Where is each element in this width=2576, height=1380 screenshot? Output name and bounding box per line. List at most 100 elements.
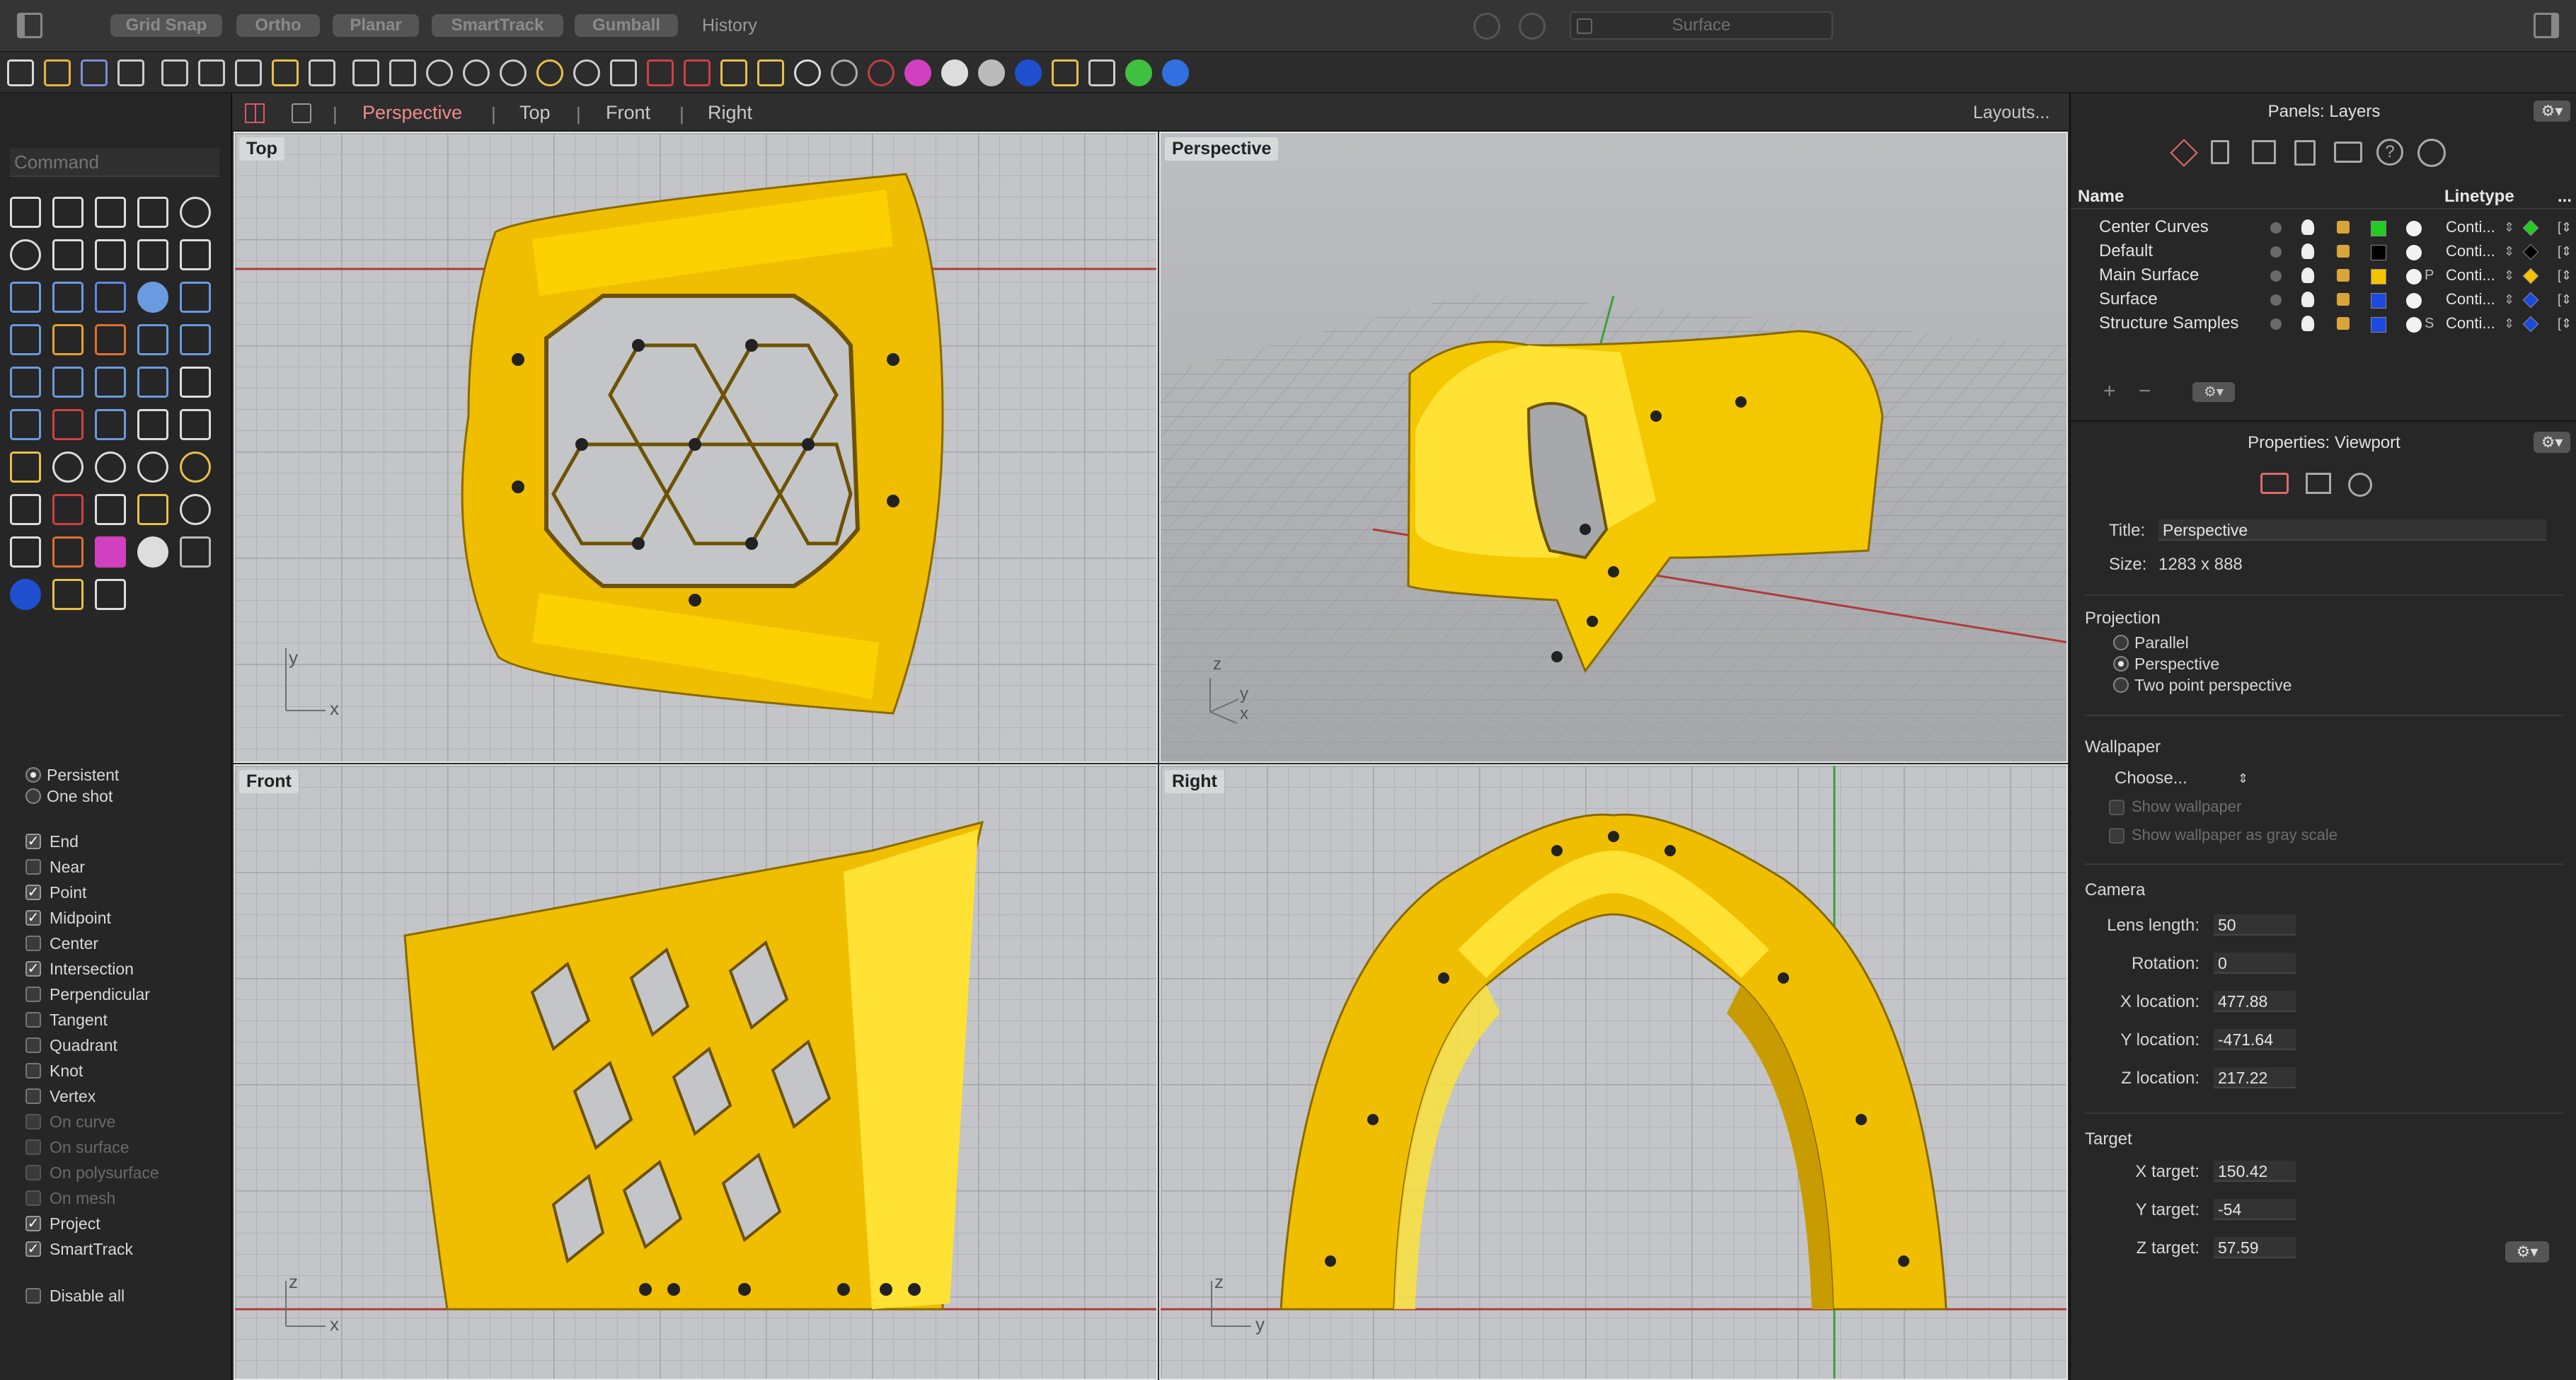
light-off-icon[interactable]	[831, 59, 858, 86]
layer-color-swatch[interactable]	[2371, 293, 2386, 309]
layer-linetype[interactable]: Conti...	[2446, 239, 2495, 263]
osnap-checkbox-vertex[interactable]	[25, 1088, 41, 1104]
rotate-icon[interactable]	[95, 367, 126, 398]
rotate-tool-icon[interactable]	[10, 494, 41, 525]
viewport-top[interactable]: y x Top	[234, 132, 1158, 763]
layer-row[interactable]: Main Surface P Conti... ⇕ [⇕	[2071, 263, 2576, 287]
osnap-checkbox-point[interactable]: ✓	[25, 885, 41, 900]
pan-icon[interactable]	[352, 59, 379, 86]
help-tab-icon[interactable]: ?	[2376, 139, 2403, 166]
visibility-bulb-icon[interactable]	[2301, 292, 2314, 307]
planar-button[interactable]: Planar	[333, 14, 419, 37]
arc-icon[interactable]	[137, 239, 168, 270]
material-icon[interactable]	[2406, 245, 2422, 260]
osnap-checkbox-center[interactable]	[25, 936, 41, 951]
sphere-tool-icon[interactable]	[137, 536, 168, 568]
green-globe-icon[interactable]	[1125, 59, 1152, 86]
paste-icon[interactable]	[272, 59, 299, 86]
properties-gear-button[interactable]: ⚙▾	[2534, 432, 2570, 453]
osnap-mode-radio[interactable]	[25, 767, 41, 783]
layer-options-button[interactable]: ⚙▾	[2192, 382, 2235, 402]
tab-top[interactable]: Top	[519, 100, 551, 125]
bomb-icon[interactable]	[868, 59, 895, 86]
camera-field[interactable]: 477.88	[2214, 991, 2296, 1012]
point-icon[interactable]	[52, 197, 84, 228]
check-icon[interactable]	[137, 409, 168, 440]
blue-sphere-tool-icon[interactable]	[10, 579, 41, 610]
layer-linetype[interactable]: Conti...	[2446, 263, 2495, 287]
target-field[interactable]: -54	[2214, 1199, 2296, 1220]
display-tab-icon[interactable]	[2334, 142, 2362, 163]
projection-radio[interactable]	[2113, 677, 2129, 693]
transform-icon[interactable]	[10, 282, 41, 313]
print-color-icon[interactable]	[2522, 316, 2539, 333]
pencil-flag-icon[interactable]	[1052, 59, 1079, 86]
material-icon[interactable]	[2406, 269, 2422, 284]
boolean-icon[interactable]	[10, 367, 41, 398]
lock-icon[interactable]	[2337, 269, 2350, 282]
solid-box-icon[interactable]	[52, 282, 84, 313]
polygon-icon[interactable]	[52, 239, 84, 270]
toggle-left-sidebar-icon[interactable]	[17, 13, 42, 38]
remove-layer-button[interactable]: −	[2139, 379, 2151, 403]
named-views-tab-icon[interactable]	[2348, 473, 2372, 497]
viewport-right[interactable]: z y Right	[1159, 764, 2068, 1380]
viewport-perspective[interactable]: z y x Perspective	[1159, 132, 2068, 763]
osnap-checkbox-end[interactable]: ✓	[25, 834, 41, 849]
layers-col-linetype[interactable]: Linetype	[2444, 184, 2514, 209]
render-sphere-icon[interactable]	[978, 59, 1005, 86]
target-field[interactable]: 57.59	[2214, 1237, 2296, 1258]
car-render-icon[interactable]	[647, 59, 674, 86]
sphere-solid-icon[interactable]	[137, 282, 168, 313]
viewport-title-field[interactable]: Perspective	[2158, 519, 2546, 541]
viewport-title[interactable]: Right	[1165, 770, 1224, 793]
layers-col-name[interactable]: Name	[2078, 184, 2124, 209]
light-icon[interactable]	[794, 59, 821, 86]
zoom-selected-icon[interactable]	[536, 59, 563, 86]
layers-gear-button[interactable]: ⚙▾	[2534, 100, 2570, 122]
layer-linetype[interactable]: Conti...	[2446, 287, 2495, 311]
lock-icon[interactable]	[2337, 221, 2350, 234]
command-input[interactable]	[10, 149, 219, 177]
zoom-extents-tool-icon[interactable]	[137, 452, 168, 483]
pipe-icon[interactable]	[95, 409, 126, 440]
viewport-title[interactable]: Top	[239, 137, 284, 161]
search-tool-icon[interactable]	[180, 452, 211, 483]
help-icon[interactable]	[1162, 59, 1189, 86]
visibility-bulb-icon[interactable]	[2301, 316, 2314, 331]
osnap-checkbox-intersection[interactable]: ✓	[25, 961, 41, 977]
shaded-car-icon[interactable]	[684, 59, 711, 86]
layer-color-swatch[interactable]	[2371, 221, 2386, 236]
layer-linetype[interactable]: Conti...	[2446, 215, 2495, 239]
rotate-view-icon[interactable]	[389, 59, 416, 86]
print-width-icon[interactable]: [⇕	[2558, 287, 2572, 311]
curve-icon[interactable]	[137, 197, 168, 228]
single-view-icon[interactable]	[292, 103, 311, 123]
print-width-icon[interactable]: [⇕	[2558, 311, 2572, 335]
camera-field[interactable]: 50	[2214, 914, 2296, 936]
osnap-checkbox-knot[interactable]	[25, 1063, 41, 1079]
circle-icon[interactable]	[180, 197, 211, 228]
undo-icon[interactable]	[309, 59, 335, 86]
ortho-button[interactable]: Ortho	[236, 14, 320, 37]
projection-radio[interactable]	[2113, 635, 2129, 650]
box-icon[interactable]	[95, 282, 126, 313]
zoom-tool-icon[interactable]	[52, 452, 84, 483]
color-tool-icon[interactable]	[95, 536, 126, 568]
sweep-icon[interactable]	[95, 324, 126, 355]
print-color-icon[interactable]	[2522, 268, 2539, 284]
osnap-checkbox-near[interactable]	[25, 859, 41, 875]
car-tool-icon[interactable]	[52, 494, 84, 525]
tab-perspective[interactable]: Perspective	[362, 100, 462, 125]
transform-tool-icon[interactable]	[95, 579, 126, 610]
osnap-checkbox-smarttrack[interactable]: ✓	[25, 1241, 41, 1257]
osnap-mode-radio[interactable]	[25, 788, 41, 804]
current-layer-icon[interactable]	[2270, 294, 2282, 306]
grid-array-icon[interactable]	[10, 409, 41, 440]
lock-icon[interactable]	[10, 536, 41, 568]
smarttrack-button[interactable]: SmartTrack	[432, 14, 563, 37]
print-width-icon[interactable]: [⇕	[2558, 239, 2572, 263]
viewport-title[interactable]: Perspective	[1165, 137, 1279, 161]
explode-icon[interactable]	[52, 409, 84, 440]
print-color-icon[interactable]	[2522, 219, 2539, 236]
